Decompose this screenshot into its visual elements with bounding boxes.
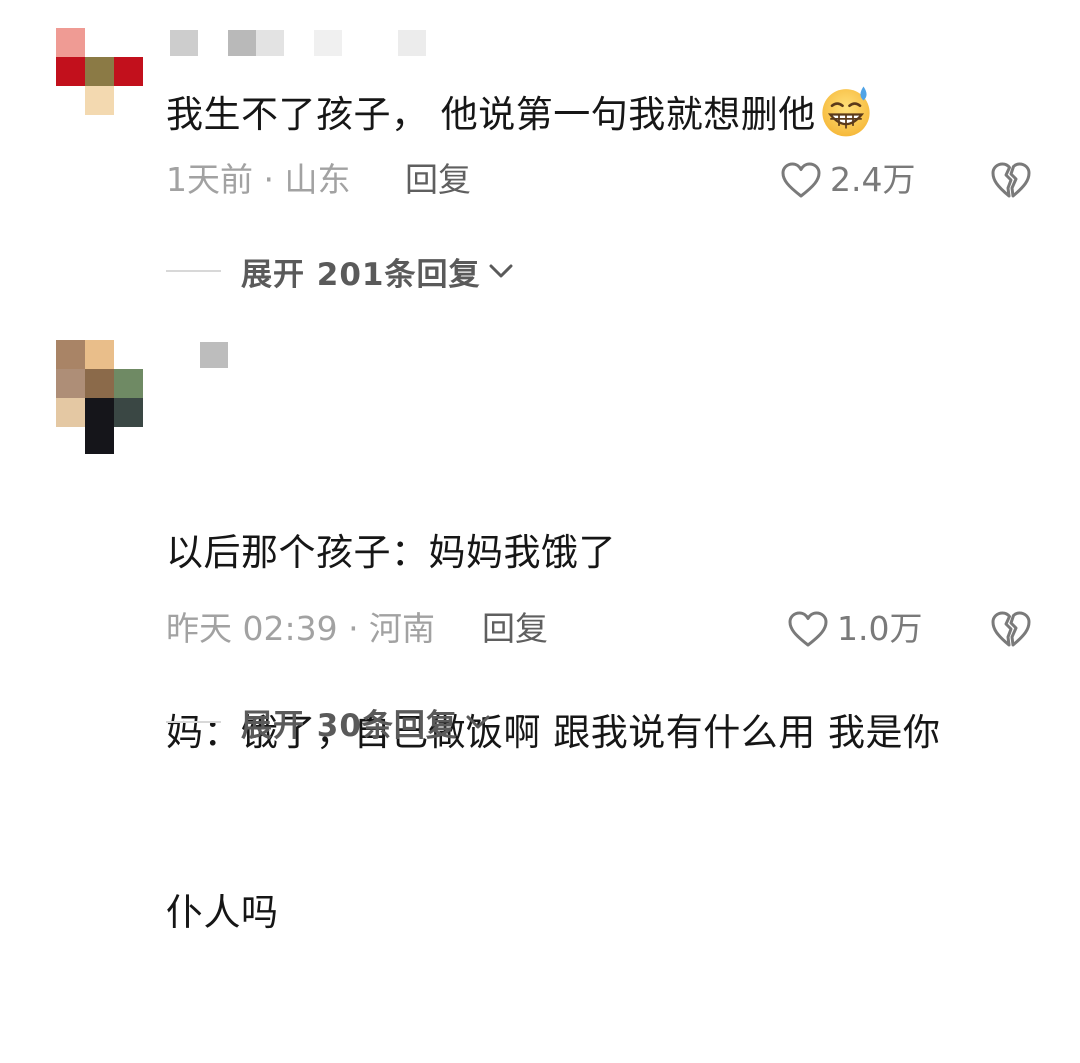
comment-text-line: 以后那个孩子：妈妈我饿了 (166, 531, 616, 574)
dislike-button[interactable] (990, 604, 1032, 654)
divider-line (166, 270, 221, 272)
chevron-down-icon (466, 715, 490, 729)
chevron-down-icon (489, 264, 513, 278)
avatar[interactable] (56, 340, 143, 454)
expand-replies-button[interactable]: 展开 201条回复 (166, 246, 515, 296)
like-button[interactable]: 2.4万 (780, 155, 915, 205)
reply-button[interactable]: 回复 (405, 155, 471, 205)
expand-replies-label: 展开 30条回复 (241, 707, 458, 744)
expand-replies-label: 展开 201条回复 (241, 256, 481, 293)
heart-outline-icon (788, 611, 828, 647)
like-count: 1.0万 (837, 609, 923, 648)
like-button[interactable]: 1.0万 (787, 604, 922, 654)
avatar[interactable] (56, 28, 143, 115)
divider-line (166, 721, 221, 723)
dislike-button[interactable] (990, 155, 1032, 205)
broken-heart-icon (991, 611, 1031, 647)
grinning-sweat-emoji (822, 86, 870, 137)
comment-text-line: 仆人吗 (166, 891, 279, 934)
comment-text: 我生不了孩子， 他说第一句我就想删他 (166, 83, 1046, 145)
broken-heart-icon (991, 162, 1031, 198)
comment-meta: 昨天 02:39 · 河南 (166, 609, 436, 648)
comment-text-line: 我生不了孩子， 他说第一句我就想删他 (166, 93, 816, 136)
reply-button[interactable]: 回复 (482, 604, 548, 654)
comment-meta: 1天前 · 山东 (166, 160, 351, 199)
like-count: 2.4万 (830, 160, 916, 199)
heart-outline-icon (781, 162, 821, 198)
expand-replies-button[interactable]: 展开 30条回复 (166, 697, 492, 747)
